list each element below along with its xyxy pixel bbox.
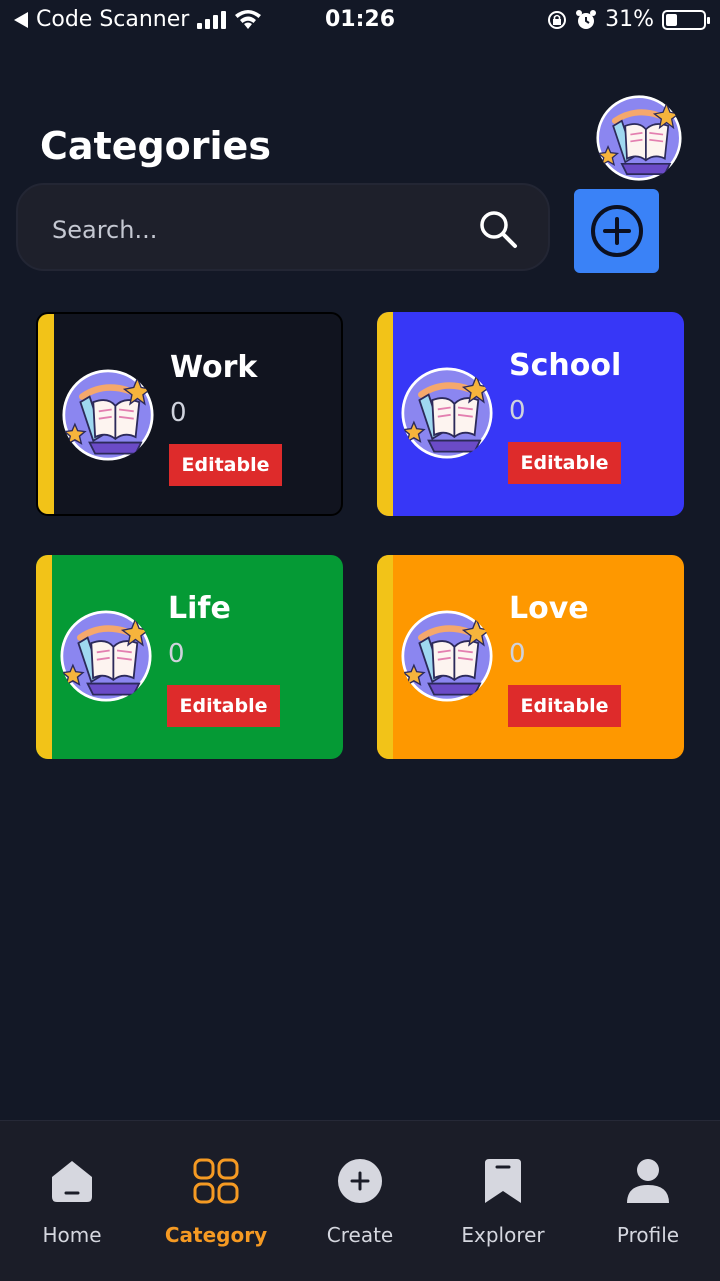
search-bar — [16, 183, 550, 271]
category-card-work[interactable]: Work 0 Editable — [36, 312, 343, 516]
battery-icon — [662, 9, 710, 30]
editable-badge[interactable]: Editable — [508, 685, 621, 727]
alarm-icon — [576, 9, 597, 29]
category-name: Love — [509, 591, 589, 626]
card-stripe — [377, 555, 393, 759]
search-icon[interactable] — [478, 209, 518, 249]
nav-explorer[interactable]: Explorer — [443, 1155, 563, 1247]
category-card-love[interactable]: Love 0 Editable — [377, 555, 684, 759]
bottom-nav: Home Category Create Explorer Profile — [0, 1120, 720, 1281]
category-image — [401, 367, 493, 459]
category-count: 0 — [168, 639, 185, 669]
home-icon — [52, 1161, 92, 1202]
card-stripe — [36, 555, 52, 759]
add-category-button[interactable] — [574, 189, 659, 273]
editable-badge[interactable]: Editable — [508, 442, 621, 484]
profile-icon — [627, 1159, 669, 1203]
card-stripe — [377, 312, 393, 516]
nav-label: Category — [164, 1223, 268, 1247]
card-stripe — [38, 314, 54, 514]
page-title: Categories — [40, 124, 271, 168]
category-count: 0 — [509, 396, 526, 426]
category-image — [62, 369, 154, 461]
battery-percent: 31% — [605, 7, 654, 32]
category-card-school[interactable]: School 0 Editable — [377, 312, 684, 516]
avatar[interactable] — [596, 95, 682, 181]
category-name: School — [509, 348, 622, 383]
category-image — [401, 610, 493, 702]
search-input[interactable] — [50, 207, 454, 253]
add-circle-icon — [590, 205, 643, 257]
nav-label: Profile — [616, 1223, 680, 1247]
nav-create[interactable]: Create — [300, 1155, 420, 1247]
nav-profile[interactable]: Profile — [588, 1155, 708, 1247]
category-name: Work — [170, 350, 258, 385]
nav-category[interactable]: Category — [156, 1155, 276, 1247]
nav-label: Explorer — [461, 1223, 545, 1247]
category-card-life[interactable]: Life 0 Editable — [36, 555, 343, 759]
nav-home[interactable]: Home — [12, 1155, 132, 1247]
nav-label: Create — [326, 1223, 394, 1247]
category-count: 0 — [170, 398, 187, 428]
status-bar: Code Scanner 01:26 31% — [0, 0, 720, 40]
create-plus-icon — [338, 1159, 382, 1203]
editable-badge[interactable]: Editable — [169, 444, 282, 486]
category-grid-icon — [193, 1158, 239, 1204]
category-image — [60, 610, 152, 702]
category-count: 0 — [509, 639, 526, 669]
nav-label: Home — [42, 1223, 102, 1247]
category-name: Life — [168, 591, 231, 626]
rotation-lock-icon — [548, 10, 567, 29]
bookmark-icon — [485, 1159, 521, 1203]
editable-badge[interactable]: Editable — [167, 685, 280, 727]
